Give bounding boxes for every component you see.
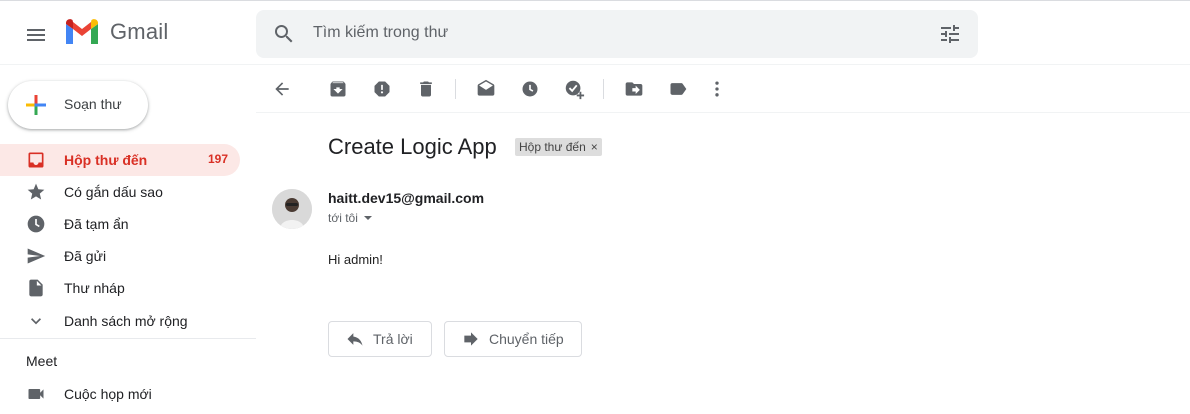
sidebar-item-label: Hộp thư đến	[64, 152, 148, 168]
reply-icon	[347, 333, 363, 346]
sidebar-item-starred[interactable]: Có gắn dấu sao	[0, 176, 240, 208]
reply-button[interactable]: Trả lời	[328, 321, 432, 357]
move-to-icon	[625, 82, 643, 96]
sender-photo	[272, 189, 312, 229]
labels-button[interactable]	[666, 77, 690, 101]
forward-button[interactable]: Chuyển tiếp	[444, 321, 582, 357]
back-button[interactable]	[270, 77, 294, 101]
sidebar-item-label: Cuộc họp mới	[64, 386, 152, 402]
search-icon[interactable]	[272, 22, 296, 46]
mark-unread-icon	[477, 79, 495, 96]
message-body: Hi admin!	[328, 252, 383, 267]
compose-label: Soạn thư	[64, 96, 122, 112]
sidebar-divider	[0, 338, 256, 339]
forward-icon	[464, 332, 478, 346]
more-options-button[interactable]	[705, 77, 729, 101]
snooze-button[interactable]	[518, 77, 542, 101]
back-arrow-icon	[275, 82, 289, 96]
move-to-button[interactable]	[622, 77, 646, 101]
sidebar-item-label: Có gắn dấu sao	[64, 184, 163, 200]
sidebar-item-inbox[interactable]: Hộp thư đến 197	[0, 144, 240, 176]
gmail-m-icon	[66, 19, 98, 44]
star-icon	[27, 183, 45, 200]
meet-heading: Meet	[26, 353, 58, 369]
caret-down-icon[interactable]	[363, 216, 372, 220]
label-chip-text: Hộp thư đến	[519, 140, 586, 154]
hamburger-menu-icon	[27, 29, 45, 41]
search-options-icon[interactable]	[938, 22, 962, 46]
report-spam-button[interactable]	[370, 77, 394, 101]
delete-icon	[420, 81, 432, 97]
mark-unread-button[interactable]	[474, 77, 498, 101]
more-vert-icon	[715, 81, 719, 97]
sidebar-item-drafts[interactable]: Thư nháp	[0, 272, 240, 304]
search-bar[interactable]: Tìm kiếm trong thư	[256, 10, 978, 58]
message-subject: Create Logic App	[328, 134, 497, 159]
add-task-icon	[565, 80, 585, 100]
sidebar-item-more[interactable]: Danh sách mở rộng	[0, 305, 240, 337]
sidebar-item-label: Thư nháp	[64, 280, 125, 296]
archive-icon	[330, 81, 346, 97]
reply-label: Trả lời	[373, 331, 413, 347]
label-icon	[670, 83, 687, 95]
forward-label: Chuyển tiếp	[489, 331, 564, 347]
toolbar-divider	[603, 79, 604, 99]
message-toolbar	[256, 65, 1190, 113]
report-spam-icon	[374, 81, 390, 97]
remove-label-icon[interactable]: ×	[591, 138, 598, 156]
inbox-icon	[28, 152, 44, 168]
sidebar-item-label: Danh sách mở rộng	[64, 313, 188, 329]
toolbar-divider	[455, 79, 456, 99]
clock-icon	[27, 215, 45, 233]
gmail-logo[interactable]: Gmail	[64, 18, 168, 46]
sidebar-item-sent[interactable]: Đã gửi	[0, 240, 240, 272]
snooze-icon	[522, 81, 538, 97]
sidebar-item-label: Đã tạm ẩn	[64, 216, 129, 232]
sidebar-item-label: Đã gửi	[64, 248, 107, 264]
archive-button[interactable]	[326, 77, 350, 101]
compose-button[interactable]: Soạn thư	[8, 81, 148, 129]
plus-icon	[26, 95, 46, 115]
sidebar-item-snoozed[interactable]: Đã tạm ẩn	[0, 208, 240, 240]
videocam-icon	[28, 389, 44, 399]
sidebar-item-new-meeting[interactable]: Cuộc họp mới	[0, 378, 240, 410]
sender-email[interactable]: haitt.dev15@gmail.com	[328, 190, 484, 206]
avatar[interactable]	[272, 189, 312, 229]
draft-icon	[29, 279, 43, 297]
recipient-text: tới tôi	[328, 211, 358, 225]
add-to-tasks-button[interactable]	[562, 77, 586, 101]
chevron-down-icon	[31, 318, 41, 325]
send-icon	[27, 248, 46, 264]
main-menu-button[interactable]	[16, 15, 56, 55]
search-input[interactable]: Tìm kiếm trong thư	[313, 24, 448, 42]
inbox-label-chip[interactable]: Hộp thư đến ×	[515, 138, 602, 156]
recipient-details[interactable]: tới tôi	[328, 211, 372, 225]
top-header: Gmail Tìm kiếm trong thư	[0, 0, 1190, 65]
unread-count-badge: 197	[207, 152, 228, 166]
delete-button[interactable]	[414, 77, 438, 101]
app-name: Gmail	[110, 19, 169, 44]
